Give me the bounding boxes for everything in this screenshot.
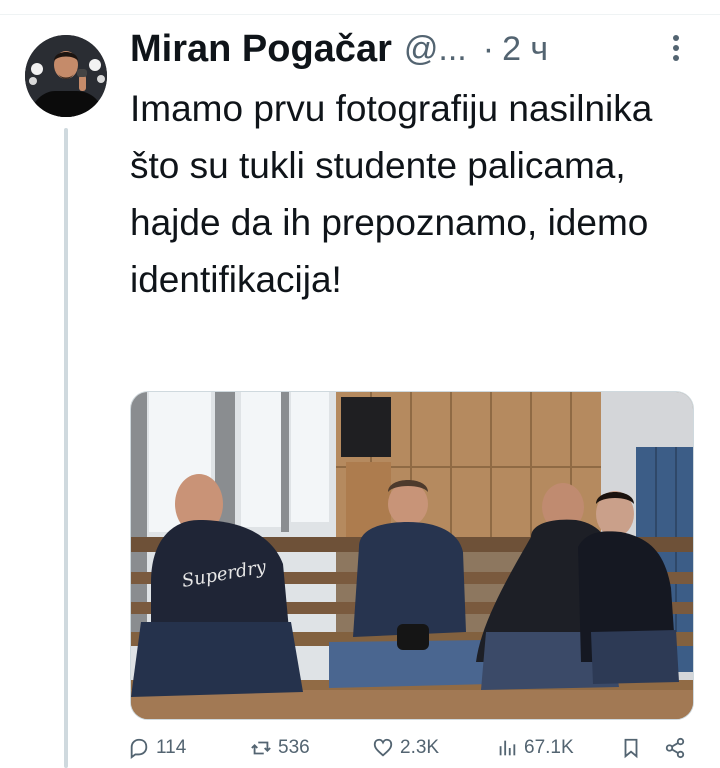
author-handle[interactable]: @... (404, 30, 467, 69)
tweet-text: Imamo prvu fotografiju nasilnika što su … (130, 88, 653, 300)
repost-button[interactable]: 536 (250, 737, 310, 759)
header-separator: · (482, 29, 495, 68)
thread-line (64, 128, 68, 768)
like-button[interactable]: 2.3K (372, 737, 439, 759)
repost-icon (251, 741, 271, 755)
bookmark-icon (624, 738, 638, 759)
reply-count: 114 (156, 737, 187, 758)
share-button[interactable] (664, 737, 692, 759)
views-button[interactable]: 67.1K (496, 737, 574, 759)
reply-icon (130, 738, 148, 759)
more-icon[interactable] (666, 30, 686, 66)
tweet-photo[interactable]: Superdry (130, 391, 694, 720)
reply-button[interactable]: 114 (128, 737, 186, 759)
repost-count: 536 (278, 737, 310, 758)
like-icon (373, 738, 393, 757)
like-count: 2.3K (400, 737, 440, 758)
avatar[interactable] (25, 35, 107, 117)
share-icon (665, 737, 685, 759)
bookmark-button[interactable] (620, 737, 648, 759)
tweet-timestamp[interactable]: 2 ч (502, 30, 548, 69)
views-icon (499, 740, 516, 756)
top-divider (0, 14, 720, 15)
view-count: 67.1K (524, 737, 574, 758)
tweet-header: Miran Pogačar @... · 2 ч (130, 26, 548, 72)
author-name[interactable]: Miran Pogačar (130, 28, 392, 71)
